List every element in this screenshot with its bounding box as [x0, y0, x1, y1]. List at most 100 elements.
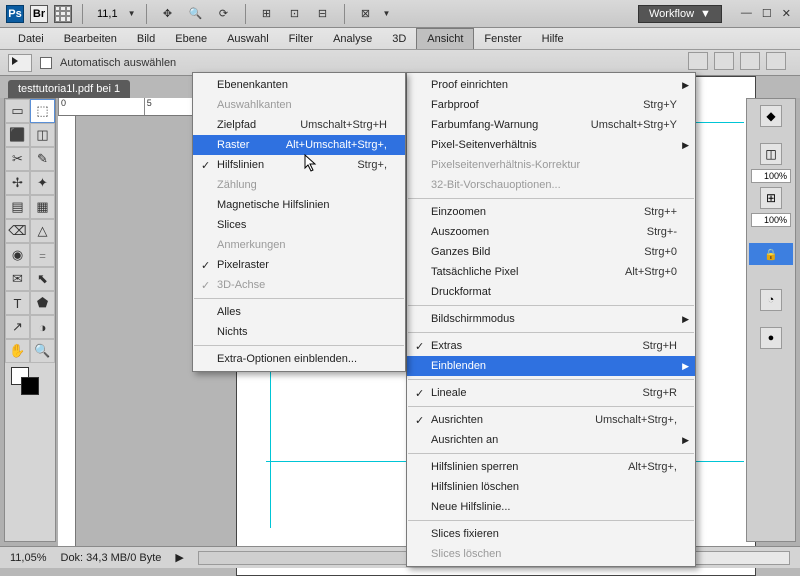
menu-item[interactable]: Slices fixieren [407, 524, 695, 544]
minimize-icon[interactable]: — [738, 7, 755, 20]
status-zoom[interactable]: 11,05% [10, 552, 47, 564]
tool-5[interactable]: ✎ [30, 147, 55, 171]
menu-item[interactable]: Proof einrichten▶ [407, 75, 695, 95]
menu-item[interactable]: Slices [193, 215, 405, 235]
menu-hilfe[interactable]: Hilfe [532, 28, 574, 49]
screen-mode-dropdown-icon[interactable]: ▼ [383, 9, 391, 18]
menu-item[interactable]: Ausrichten an▶ [407, 430, 695, 450]
menu-ansicht[interactable]: Ansicht [416, 28, 474, 49]
tool-8[interactable]: ▤ [5, 195, 30, 219]
current-tool-icon[interactable] [8, 54, 32, 72]
zoom-dropdown-icon[interactable]: ▼ [128, 9, 136, 18]
options-bar-right-icons [688, 52, 786, 70]
tool-7[interactable]: ✦ [30, 171, 55, 195]
bridge-icon[interactable]: Br [30, 5, 48, 23]
zoom-value[interactable]: 11,1 [93, 8, 122, 20]
panel-icon-adjustments[interactable]: ● [760, 327, 782, 349]
panel-icon-swatches[interactable]: ◫ [760, 143, 782, 165]
vertical-ruler[interactable] [58, 116, 76, 546]
panel-icon-mask[interactable]: ◔ [760, 289, 782, 311]
background-swatch[interactable] [21, 377, 39, 395]
menu-3d[interactable]: 3D [382, 28, 416, 49]
zoom-tool-icon[interactable]: 🔍 [185, 4, 207, 24]
tool-11[interactable]: △ [30, 219, 55, 243]
menu-item[interactable]: Einblenden▶ [407, 356, 695, 376]
layer-row-selected[interactable]: 🔒 [749, 243, 793, 265]
arrange-icon-2[interactable]: ⊡ [284, 4, 306, 24]
menu-item[interactable]: ✓LinealeStrg+R [407, 383, 695, 403]
screen-mode-icon[interactable]: ⊠ [355, 4, 377, 24]
tool-14[interactable]: ✉ [5, 267, 30, 291]
tool-15[interactable]: ⬉ [30, 267, 55, 291]
menu-item[interactable]: AuszoomenStrg+- [407, 222, 695, 242]
document-tab[interactable]: testtutoria1l.pdf bei 1 [8, 80, 130, 98]
arrange-icon-1[interactable]: ⊞ [256, 4, 278, 24]
arrange-icon-3[interactable]: ⊟ [312, 4, 334, 24]
photoshop-icon[interactable]: Ps [6, 5, 24, 23]
menu-ebene[interactable]: Ebene [165, 28, 217, 49]
menu-item[interactable]: Extra-Optionen einblenden... [193, 349, 405, 369]
tool-12[interactable]: ◉ [5, 243, 30, 267]
menu-item[interactable]: ✓ExtrasStrg+H [407, 336, 695, 356]
workspace-switcher[interactable]: Workflow ▼ [638, 5, 722, 23]
menu-datei[interactable]: Datei [8, 28, 54, 49]
menu-item[interactable]: EinzoomenStrg++ [407, 202, 695, 222]
tool-19[interactable]: ◑ [30, 315, 55, 339]
menu-fenster[interactable]: Fenster [474, 28, 531, 49]
tool-13[interactable]: ゠ [30, 243, 55, 267]
menu-item[interactable]: Pixel-Seitenverhältnis▶ [407, 135, 695, 155]
close-icon[interactable]: ✕ [779, 7, 794, 20]
menu-item[interactable]: Nichts [193, 322, 405, 342]
menu-analyse[interactable]: Analyse [323, 28, 382, 49]
menu-item[interactable]: Bildschirmmodus▶ [407, 309, 695, 329]
tool-6[interactable]: ✢ [5, 171, 30, 195]
menu-item[interactable]: Ebenenkanten [193, 75, 405, 95]
panel-icon-color[interactable]: ◆ [760, 105, 782, 127]
panel-icon-styles[interactable]: ⊞ [760, 187, 782, 209]
menu-item[interactable]: Farbumfang-WarnungUmschalt+Strg+Y [407, 115, 695, 135]
tool-21[interactable]: 🔍 [30, 339, 55, 363]
tool-17[interactable]: ⬟ [30, 291, 55, 315]
menu-item[interactable]: Neue Hilfslinie... [407, 497, 695, 517]
align-icon-4[interactable] [766, 52, 786, 70]
tool-4[interactable]: ✂ [5, 147, 30, 171]
menu-item[interactable]: ✓Pixelraster [193, 255, 405, 275]
tool-10[interactable]: ⌫ [5, 219, 30, 243]
rotate-view-icon[interactable]: ⟳ [213, 4, 235, 24]
menu-item[interactable]: RasterAlt+Umschalt+Strg+, [193, 135, 405, 155]
tool-2[interactable]: ⬛ [5, 123, 30, 147]
tool-0[interactable]: ▭ [5, 99, 30, 123]
menu-item[interactable]: Hilfslinien sperrenAlt+Strg+, [407, 457, 695, 477]
tool-9[interactable]: ▦ [30, 195, 55, 219]
menu-item[interactable]: Ganzes BildStrg+0 [407, 242, 695, 262]
menu-bild[interactable]: Bild [127, 28, 165, 49]
menu-item[interactable]: ✓HilfslinienStrg+, [193, 155, 405, 175]
menu-item[interactable]: Magnetische Hilfslinien [193, 195, 405, 215]
menu-item[interactable]: Hilfslinien löschen [407, 477, 695, 497]
opacity-value[interactable]: 100% [751, 169, 791, 183]
restore-icon[interactable]: ☐ [759, 7, 775, 20]
align-icon-1[interactable] [688, 52, 708, 70]
menu-item[interactable]: Alles [193, 302, 405, 322]
menu-item[interactable]: Tatsächliche PixelAlt+Strg+0 [407, 262, 695, 282]
tool-3[interactable]: ◫ [30, 123, 55, 147]
align-icon-2[interactable] [714, 52, 734, 70]
hand-tool-icon[interactable]: ✥ [157, 4, 179, 24]
tool-16[interactable]: T [5, 291, 30, 315]
fill-value[interactable]: 100% [751, 213, 791, 227]
menu-item[interactable]: ZielpfadUmschalt+Strg+H [193, 115, 405, 135]
layout-grid-icon[interactable] [54, 5, 72, 23]
menu-item[interactable]: Druckformat [407, 282, 695, 302]
tool-1[interactable]: ⬚ [30, 99, 55, 123]
auto-select-checkbox[interactable] [40, 57, 52, 69]
tool-18[interactable]: ↗ [5, 315, 30, 339]
menu-bearbeiten[interactable]: Bearbeiten [54, 28, 127, 49]
color-swatches[interactable] [5, 363, 55, 403]
tool-20[interactable]: ✋ [5, 339, 30, 363]
align-icon-3[interactable] [740, 52, 760, 70]
menu-filter[interactable]: Filter [279, 28, 323, 49]
menu-item[interactable]: ✓AusrichtenUmschalt+Strg+, [407, 410, 695, 430]
menu-auswahl[interactable]: Auswahl [217, 28, 279, 49]
status-doc-size[interactable]: Dok: 34,3 MB/0 Byte [61, 552, 162, 564]
menu-item[interactable]: FarbproofStrg+Y [407, 95, 695, 115]
